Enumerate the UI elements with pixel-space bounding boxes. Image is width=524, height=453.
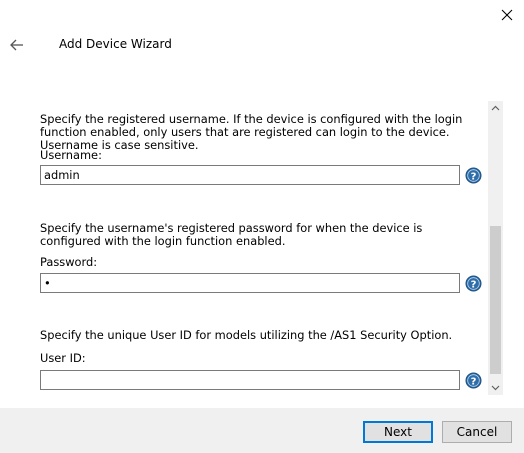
svg-text:?: ? (471, 171, 477, 182)
vertical-scrollbar[interactable] (488, 101, 503, 395)
next-button[interactable]: Next (363, 421, 433, 443)
close-icon (501, 9, 513, 21)
username-label: Username: (40, 148, 102, 162)
password-help-button[interactable]: ? (465, 275, 482, 292)
password-description: Specify the username's registered passwo… (40, 221, 423, 248)
help-icon: ? (465, 167, 482, 184)
svg-text:?: ? (471, 279, 477, 290)
cancel-button[interactable]: Cancel (442, 421, 512, 443)
user-id-help-button[interactable]: ? (465, 372, 482, 389)
username-help-button[interactable]: ? (465, 167, 482, 184)
scroll-up-button[interactable] (488, 101, 503, 116)
password-label: Password: (40, 255, 98, 269)
back-button[interactable] (8, 37, 26, 53)
help-icon: ? (465, 275, 482, 292)
password-input[interactable] (40, 273, 460, 293)
close-button[interactable] (498, 6, 516, 24)
scroll-down-button[interactable] (488, 380, 503, 395)
username-description: Specify the registered username. If the … (40, 112, 463, 152)
user-id-input[interactable] (40, 370, 460, 390)
wizard-window: Add Device Wizard Specify the registered… (0, 0, 524, 453)
chevron-up-icon (491, 105, 500, 111)
wizard-title: Add Device Wizard (59, 37, 172, 51)
wizard-footer: Next Cancel (0, 408, 524, 453)
help-icon: ? (465, 372, 482, 389)
scrollbar-thumb[interactable] (490, 226, 501, 374)
user-id-description: Specify the unique User ID for models ut… (40, 328, 453, 342)
wizard-content: Specify the registered username. If the … (0, 101, 503, 395)
username-input[interactable] (40, 165, 460, 185)
chevron-down-icon (491, 385, 500, 391)
back-arrow-icon (10, 39, 23, 51)
user-id-label: User ID: (40, 351, 86, 365)
svg-text:?: ? (471, 376, 477, 387)
